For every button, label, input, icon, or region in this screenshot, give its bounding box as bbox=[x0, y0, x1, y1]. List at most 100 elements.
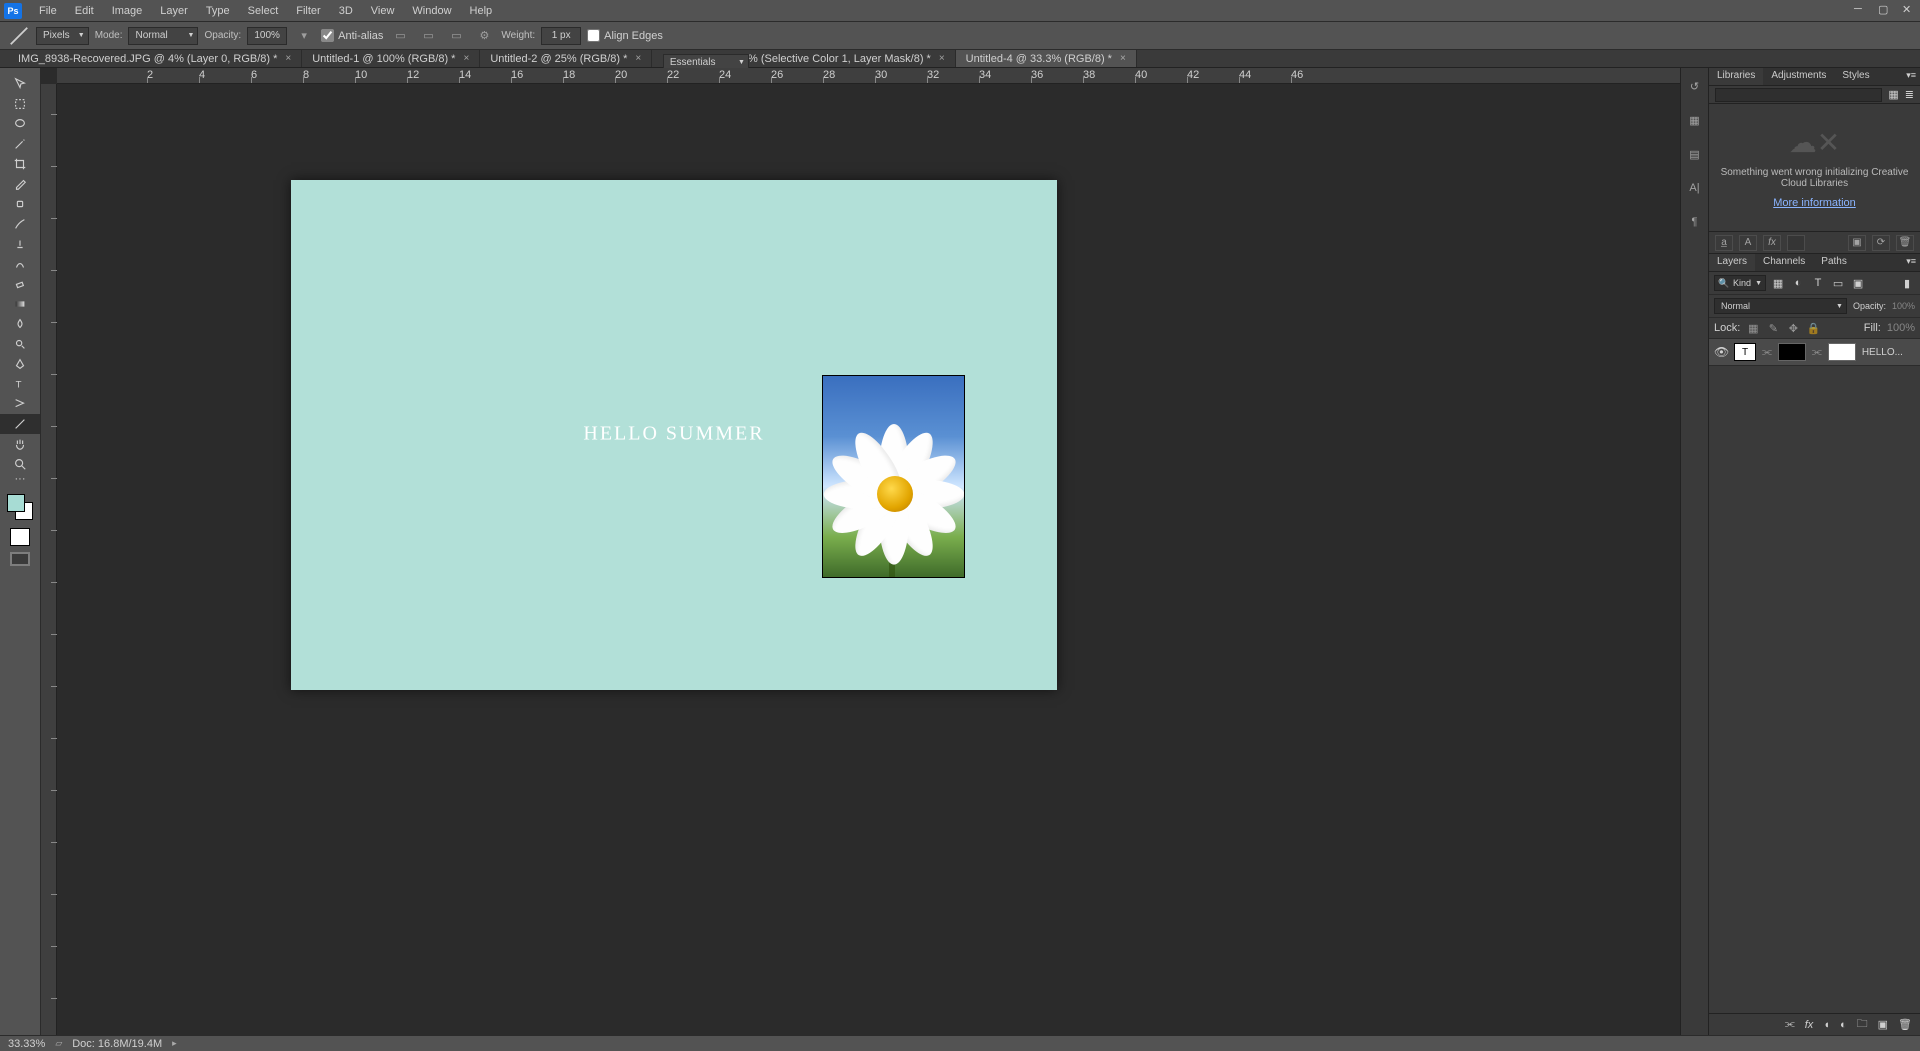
minimize-icon[interactable]: ─ bbox=[1854, 3, 1868, 15]
tool-zoom[interactable] bbox=[0, 454, 40, 474]
tool-preset-icon[interactable] bbox=[8, 25, 30, 47]
blend-mode-dropdown[interactable]: Normal bbox=[1714, 298, 1847, 314]
menu-select[interactable]: Select bbox=[239, 5, 288, 17]
menu-help[interactable]: Help bbox=[461, 5, 502, 17]
panel-menu-icon[interactable]: ▾≡ bbox=[1906, 70, 1916, 81]
doc-tab[interactable]: IMG_8938-Recovered.JPG @ 4% (Layer 0, RG… bbox=[8, 50, 302, 67]
doc-tab[interactable]: Untitled-2 @ 25% (RGB/8) *× bbox=[480, 50, 652, 67]
lock-position-icon[interactable]: ✥ bbox=[1786, 321, 1800, 335]
lock-transparent-icon[interactable]: ▦ bbox=[1746, 321, 1760, 335]
layer-mask-icon[interactable]: ◖ bbox=[1823, 1019, 1830, 1031]
history-panel-icon[interactable]: ↺ bbox=[1685, 76, 1705, 96]
panel-menu-icon[interactable]: ▾≡ bbox=[1906, 256, 1916, 267]
tool-marquee[interactable] bbox=[0, 94, 40, 114]
menu-type[interactable]: Type bbox=[197, 5, 239, 17]
collapse-panels-icon[interactable]: ◂◂ bbox=[1697, 68, 1706, 69]
lock-all-icon[interactable]: 🔒 bbox=[1806, 321, 1820, 335]
units-dropdown[interactable]: Pixels bbox=[36, 27, 89, 45]
link-layers-icon[interactable]: ⫘ bbox=[1785, 1018, 1795, 1031]
layer-row[interactable]: 👁 T ⫘ ⫘ HELLO... bbox=[1709, 339, 1920, 366]
lock-pixels-icon[interactable]: ✎ bbox=[1766, 321, 1780, 335]
layer-fx-icon[interactable]: fx bbox=[1805, 1019, 1814, 1031]
work-area[interactable]: 2468101214161820222426283032343638404244… bbox=[41, 68, 1920, 1035]
paragraph-panel-icon[interactable]: ¶ bbox=[1685, 212, 1705, 232]
tab-close-icon[interactable]: × bbox=[635, 53, 641, 64]
align-icon[interactable]: ▣ bbox=[1848, 235, 1866, 251]
fill-swatch[interactable] bbox=[1787, 235, 1805, 251]
menu-3d[interactable]: 3D bbox=[330, 5, 362, 17]
filter-pixel-icon[interactable]: ▦ bbox=[1770, 275, 1786, 291]
delete-layer-icon[interactable]: 🗑 bbox=[1898, 1018, 1912, 1031]
tool-pen[interactable] bbox=[0, 354, 40, 374]
filter-shape-icon[interactable]: ▭ bbox=[1830, 275, 1846, 291]
tool-blur[interactable] bbox=[0, 314, 40, 334]
swatches-panel-icon[interactable]: ▦ bbox=[1685, 110, 1705, 130]
tool-move[interactable] bbox=[0, 74, 40, 94]
foreground-color-swatch[interactable] bbox=[7, 494, 25, 512]
antialias-checkbox[interactable]: Anti-alias bbox=[321, 29, 383, 42]
tool-history-brush[interactable] bbox=[0, 254, 40, 274]
tab-close-icon[interactable]: × bbox=[285, 53, 291, 64]
link-icon[interactable]: ⫘ bbox=[1762, 346, 1772, 359]
align-left-icon[interactable]: ▭ bbox=[389, 25, 411, 47]
list-view-icon[interactable]: ≣ bbox=[1905, 88, 1914, 101]
tab-adjustments[interactable]: Adjustments bbox=[1763, 68, 1834, 85]
tool-lasso[interactable] bbox=[0, 114, 40, 134]
tool-wand[interactable] bbox=[0, 134, 40, 154]
status-menu-icon[interactable]: ▸ bbox=[172, 1038, 177, 1049]
menu-layer[interactable]: Layer bbox=[151, 5, 197, 17]
tool-gradient[interactable] bbox=[0, 294, 40, 314]
menu-image[interactable]: Image bbox=[103, 5, 152, 17]
menu-view[interactable]: View bbox=[362, 5, 404, 17]
filter-adjust-icon[interactable]: ◐ bbox=[1790, 275, 1806, 291]
new-layer-icon[interactable]: ▣ bbox=[1878, 1018, 1888, 1031]
zoom-popup-icon[interactable]: ▱ bbox=[55, 1038, 62, 1049]
align-center-icon[interactable]: ▭ bbox=[417, 25, 439, 47]
tool-type[interactable]: T bbox=[0, 374, 40, 394]
tab-close-icon[interactable]: × bbox=[1120, 53, 1126, 64]
align-right-icon[interactable]: ▭ bbox=[445, 25, 467, 47]
screenmode-icon[interactable] bbox=[10, 552, 30, 566]
align-edges-checkbox[interactable]: Align Edges bbox=[587, 29, 663, 42]
filter-smart-icon[interactable]: ▣ bbox=[1850, 275, 1866, 291]
menu-edit[interactable]: Edit bbox=[66, 5, 103, 17]
gear-icon[interactable]: ⚙ bbox=[473, 25, 495, 47]
tool-brush[interactable] bbox=[0, 214, 40, 234]
filter-type-icon[interactable]: T bbox=[1810, 275, 1826, 291]
tab-libraries[interactable]: Libraries bbox=[1709, 68, 1763, 85]
menu-filter[interactable]: Filter bbox=[287, 5, 329, 17]
character-panel-icon[interactable]: A| bbox=[1685, 178, 1705, 198]
tab-paths[interactable]: Paths bbox=[1813, 254, 1855, 271]
document-canvas[interactable]: HELLO SUMMER bbox=[291, 180, 1057, 690]
char-icon2[interactable]: A bbox=[1739, 235, 1757, 251]
grid-view-icon[interactable]: ▦ bbox=[1888, 88, 1898, 101]
layer-opacity-value[interactable]: 100% bbox=[1892, 301, 1915, 311]
tab-close-icon[interactable]: × bbox=[939, 53, 945, 64]
tool-stamp[interactable] bbox=[0, 234, 40, 254]
doc-size[interactable]: Doc: 16.8M/19.4M bbox=[72, 1038, 162, 1050]
layer-name[interactable]: HELLO... bbox=[1862, 347, 1903, 358]
zoom-level[interactable]: 33.33% bbox=[8, 1038, 45, 1050]
doc-tab[interactable]: Untitled-1 @ 100% (RGB/8) *× bbox=[302, 50, 480, 67]
reset-icon[interactable]: ⟳ bbox=[1872, 235, 1890, 251]
opacity-input[interactable]: 100% bbox=[247, 27, 287, 45]
close-icon[interactable]: ✕ bbox=[1902, 3, 1916, 15]
adjustment-layer-icon[interactable]: ◐ bbox=[1840, 1019, 1847, 1031]
fx-icon[interactable]: fx bbox=[1763, 235, 1781, 251]
layer-filter-kind[interactable]: Kind bbox=[1714, 275, 1766, 291]
tab-channels[interactable]: Channels bbox=[1755, 254, 1813, 271]
tab-close-icon[interactable]: × bbox=[463, 53, 469, 64]
tool-crop[interactable] bbox=[0, 154, 40, 174]
mode-dropdown[interactable]: Normal bbox=[128, 27, 198, 45]
quickmask-icon[interactable] bbox=[10, 528, 30, 546]
tool-healing[interactable] bbox=[0, 194, 40, 214]
tool-eyedropper[interactable] bbox=[0, 174, 40, 194]
fill-value[interactable]: 100% bbox=[1887, 322, 1915, 334]
tool-line[interactable] bbox=[0, 414, 40, 434]
brushes-panel-icon[interactable]: ▤ bbox=[1685, 144, 1705, 164]
filter-toggle-icon[interactable]: ▮ bbox=[1899, 275, 1915, 291]
weight-input[interactable]: 1 px bbox=[541, 27, 581, 45]
char-icon[interactable]: a̲ bbox=[1715, 235, 1733, 251]
trash-icon[interactable]: 🗑 bbox=[1896, 235, 1914, 251]
group-icon[interactable]: 🗀 bbox=[1857, 1015, 1868, 1034]
